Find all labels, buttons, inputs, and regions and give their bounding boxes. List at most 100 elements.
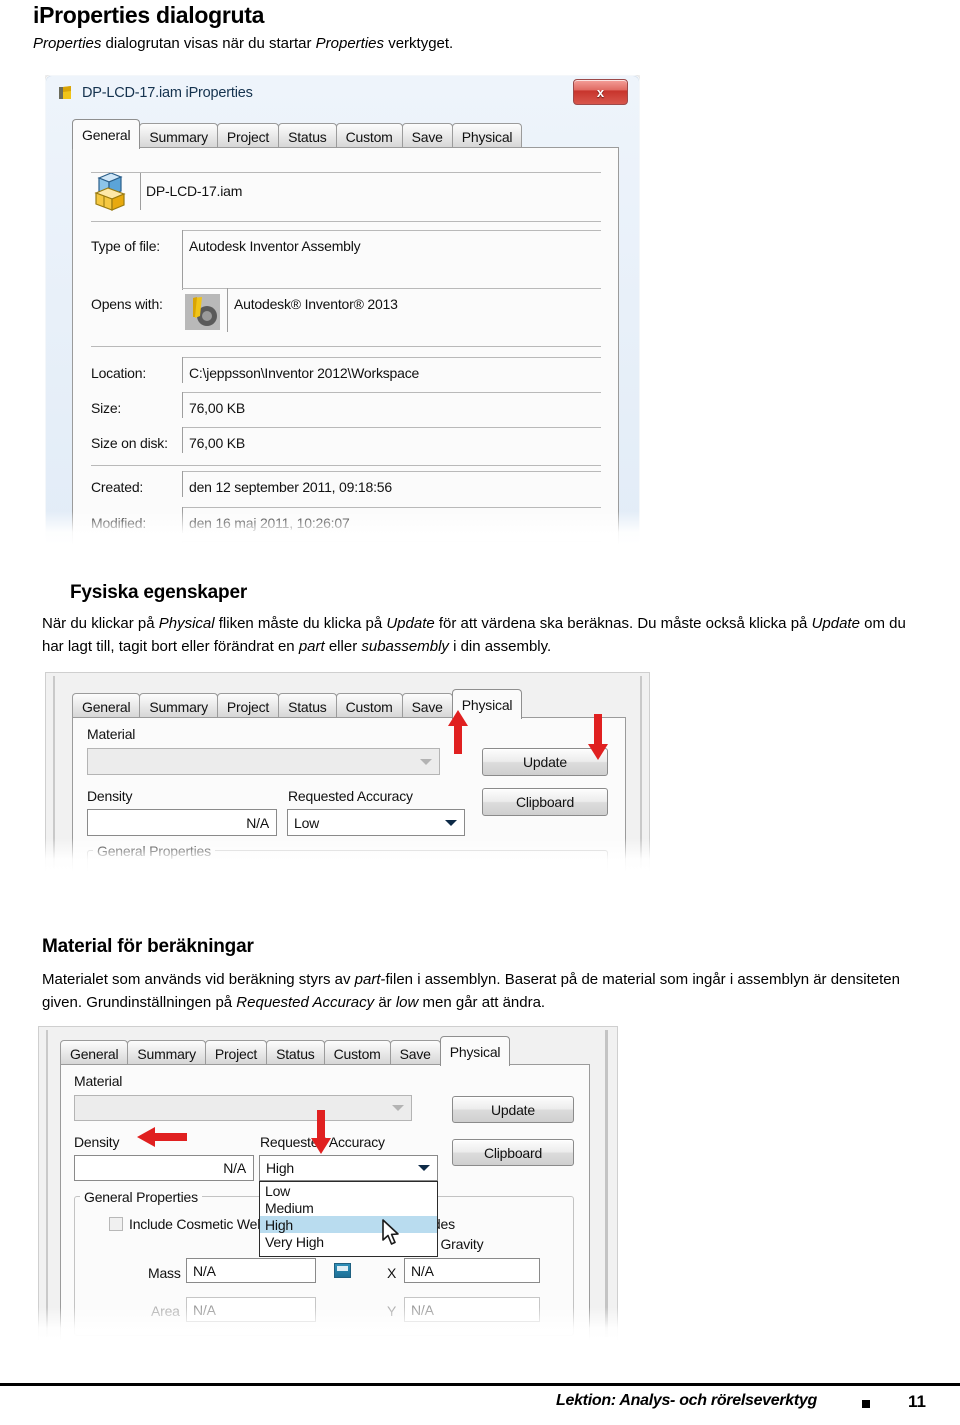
created-value: den 12 september 2011, 09:18:56 bbox=[189, 479, 392, 495]
tab-general[interactable]: General bbox=[72, 119, 141, 149]
density-label: Density bbox=[74, 1134, 120, 1150]
tab-summary[interactable]: Summary bbox=[127, 1040, 206, 1066]
x-label: X bbox=[387, 1265, 397, 1281]
opens-with-topline bbox=[182, 288, 601, 289]
size-topline bbox=[182, 392, 601, 393]
tab-status[interactable]: Status bbox=[278, 123, 337, 149]
mass-field[interactable]: N/A bbox=[186, 1258, 316, 1283]
section-heading-material-for-berakningar: Material för beräkningar bbox=[42, 936, 254, 957]
accessed-divider bbox=[182, 541, 183, 545]
type-of-file-value: Autodesk Inventor Assembly bbox=[189, 238, 361, 254]
tab-summary[interactable]: Summary bbox=[139, 693, 218, 719]
tab-custom[interactable]: Custom bbox=[335, 693, 403, 719]
chevron-down-icon bbox=[420, 758, 432, 765]
density-field: N/A bbox=[87, 809, 277, 836]
em-part: part bbox=[298, 638, 325, 655]
clipboard-button[interactable]: Clipboard bbox=[452, 1139, 574, 1166]
em-update-2: Update bbox=[811, 615, 860, 632]
mass-value: N/A bbox=[193, 1262, 216, 1279]
section-paragraph-material-for-berakningar: Materialet som används vid beräkning sty… bbox=[42, 971, 900, 1011]
requested-accuracy-dropdown[interactable]: Low Medium High Very High bbox=[259, 1181, 438, 1257]
inventor-icon bbox=[59, 86, 71, 99]
chevron-down-icon bbox=[418, 1165, 430, 1171]
requested-accuracy-value: High bbox=[266, 1160, 294, 1176]
created-label: Created: bbox=[91, 479, 144, 495]
option-medium[interactable]: Medium bbox=[260, 1199, 437, 1216]
area-value: N/A bbox=[193, 1301, 216, 1318]
filename-field-divider bbox=[140, 172, 141, 210]
density-value: N/A bbox=[246, 814, 269, 831]
frame-edge-left bbox=[46, 1030, 48, 1337]
filename-underline bbox=[91, 172, 601, 173]
option-high[interactable]: High bbox=[260, 1216, 437, 1233]
tab-project[interactable]: Project bbox=[216, 693, 280, 719]
dialog-titlebar[interactable]: DP-LCD-17.iam iProperties x bbox=[45, 75, 640, 113]
tab-status[interactable]: Status bbox=[278, 693, 337, 719]
modified-value: den 16 maj 2011, 10:26:07 bbox=[189, 515, 350, 531]
tab-physical[interactable]: Physical bbox=[439, 1036, 511, 1066]
annotation-arrow-density bbox=[137, 1127, 187, 1147]
tab-project[interactable]: Project bbox=[216, 123, 280, 149]
inventor-app-icon bbox=[185, 294, 220, 330]
section-paragraph-fysiska-egenskaper: När du klickar på Physical fliken måste … bbox=[42, 615, 906, 655]
tab-custom[interactable]: Custom bbox=[335, 123, 403, 149]
requested-accuracy-label: Requested Accuracy bbox=[288, 788, 413, 804]
filename-separator bbox=[91, 221, 601, 222]
tab-general[interactable]: General bbox=[60, 1040, 129, 1066]
include-cosmetic-welds-label: Include Cosmetic Welds bbox=[129, 1216, 275, 1232]
requested-accuracy-value: Low bbox=[294, 814, 320, 831]
tab-project[interactable]: Project bbox=[204, 1040, 268, 1066]
em-update-1: Update bbox=[386, 615, 435, 632]
include-cosmetic-welds-checkbox[interactable] bbox=[109, 1217, 123, 1231]
tab-custom[interactable]: Custom bbox=[323, 1040, 391, 1066]
footer-divider bbox=[0, 1383, 960, 1386]
tab-physical[interactable]: Physical bbox=[451, 123, 523, 149]
location-topline bbox=[182, 357, 601, 358]
tab-save[interactable]: Save bbox=[401, 693, 453, 719]
y-label: Y bbox=[387, 1303, 397, 1319]
screenshot-iproperties-general: DP-LCD-17.iam iProperties x General Summ… bbox=[45, 75, 640, 545]
update-button[interactable]: Update bbox=[452, 1096, 574, 1123]
option-low[interactable]: Low bbox=[260, 1182, 437, 1199]
cog-y-value: N/A bbox=[411, 1301, 434, 1318]
mouse-cursor-icon bbox=[382, 1219, 399, 1245]
square-bullet-icon bbox=[862, 1400, 870, 1408]
tab-save[interactable]: Save bbox=[389, 1040, 441, 1066]
clipboard-button[interactable]: Clipboard bbox=[482, 788, 608, 816]
mass-label: Mass bbox=[148, 1265, 181, 1281]
document-page: iProperties dialogruta Properties dialog… bbox=[0, 0, 960, 1425]
created-divider bbox=[182, 471, 183, 497]
page-number: 11 bbox=[908, 1392, 926, 1411]
tab-general[interactable]: General bbox=[72, 693, 141, 719]
subtitle-em-1: Properties bbox=[33, 35, 102, 52]
requested-accuracy-combobox[interactable]: Low bbox=[287, 809, 465, 836]
opens-with-separator bbox=[91, 346, 601, 347]
tab-summary[interactable]: Summary bbox=[139, 123, 218, 149]
dates-separator bbox=[91, 465, 601, 466]
calculator-icon[interactable] bbox=[334, 1263, 351, 1278]
cog-y-field[interactable]: N/A bbox=[404, 1297, 540, 1322]
assembly-cube-icon bbox=[94, 172, 126, 211]
tab-strip-physical-high: General Summary Project Status Custom Sa… bbox=[60, 1036, 511, 1066]
size-on-disk-divider bbox=[182, 427, 183, 453]
requested-accuracy-combobox[interactable]: High bbox=[259, 1155, 438, 1181]
area-field[interactable]: N/A bbox=[186, 1297, 316, 1322]
frame-edge-left bbox=[53, 676, 55, 868]
cog-x-field[interactable]: N/A bbox=[404, 1258, 540, 1283]
size-value: 76,00 KB bbox=[189, 400, 245, 416]
subtitle-text-2: verktyget. bbox=[384, 35, 454, 52]
type-of-file-topline bbox=[182, 230, 601, 231]
option-very-high[interactable]: Very High bbox=[260, 1233, 437, 1250]
material-label: Material bbox=[74, 1073, 123, 1089]
modified-topline bbox=[182, 507, 601, 508]
subtitle-text-1: dialogrutan visas när du startar bbox=[101, 35, 316, 52]
opens-with-value: Autodesk® Inventor® 2013 bbox=[234, 296, 398, 312]
material-combobox[interactable] bbox=[74, 1095, 412, 1121]
close-icon[interactable]: x bbox=[573, 79, 628, 105]
size-divider bbox=[182, 392, 183, 418]
size-on-disk-topline bbox=[182, 427, 601, 428]
opens-with-divider bbox=[227, 288, 228, 332]
material-combobox[interactable] bbox=[87, 748, 440, 775]
tab-status[interactable]: Status bbox=[266, 1040, 325, 1066]
tab-save[interactable]: Save bbox=[401, 123, 453, 149]
